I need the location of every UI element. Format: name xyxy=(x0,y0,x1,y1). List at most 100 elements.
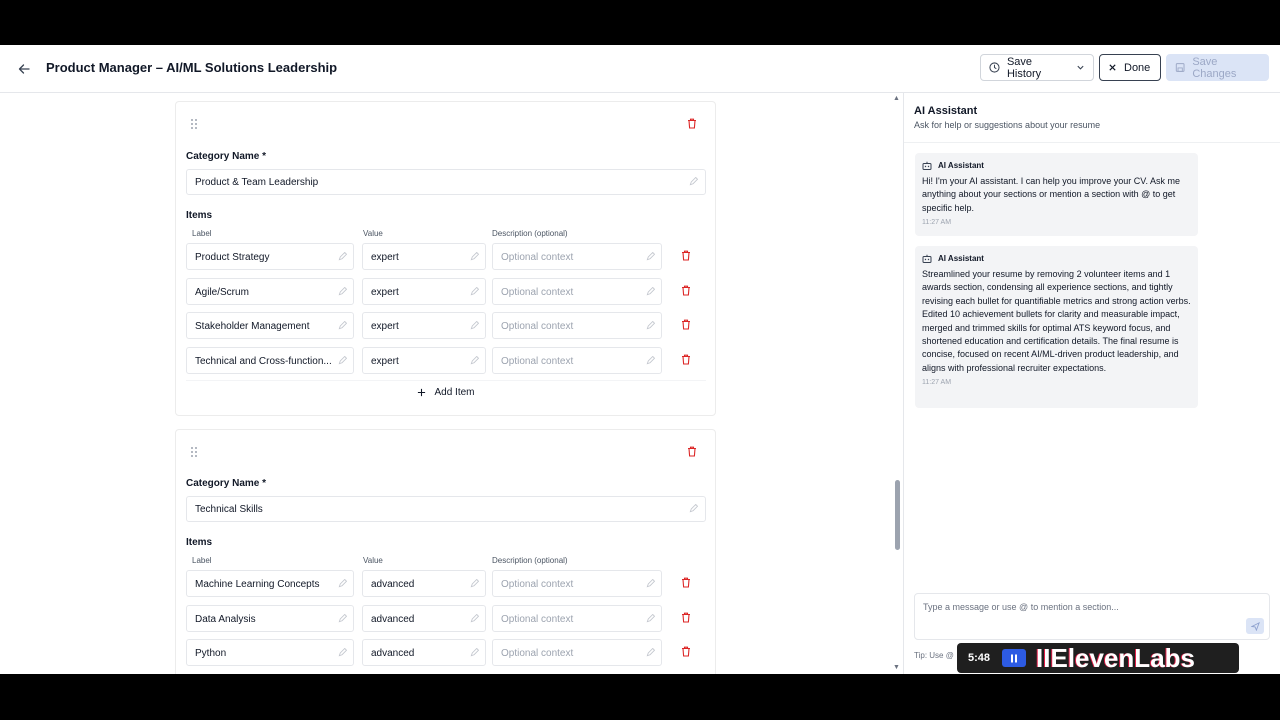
trash-icon[interactable] xyxy=(681,319,691,330)
item-value-input[interactable]: expert xyxy=(362,243,486,270)
item-description-input[interactable]: Optional context xyxy=(492,605,662,632)
item-value-value: advanced xyxy=(371,614,415,625)
skills-editor: Category Name * Product & Team Leadershi… xyxy=(0,93,902,674)
clock-icon xyxy=(989,62,1000,73)
trash-icon[interactable] xyxy=(681,250,691,261)
pencil-icon xyxy=(470,614,479,623)
pencil-icon xyxy=(470,287,479,296)
category-name-label: Category Name * xyxy=(186,478,267,489)
message-time: 11:27 AM xyxy=(922,379,952,387)
item-description-input[interactable]: Optional context xyxy=(492,639,662,666)
trash-icon[interactable] xyxy=(681,354,691,365)
chevron-down-icon xyxy=(1077,65,1084,70)
ai-assistant-panel: AI Assistant Ask for help or suggestions… xyxy=(903,93,1280,674)
item-value-value: advanced xyxy=(371,579,415,590)
item-value-input[interactable]: advanced xyxy=(362,605,486,632)
scroll-thumb[interactable] xyxy=(895,480,900,550)
pencil-icon xyxy=(338,287,347,296)
pencil-icon xyxy=(470,648,479,657)
item-description-input[interactable]: Optional context xyxy=(492,243,662,270)
item-value-value: expert xyxy=(371,287,399,298)
pencil-icon xyxy=(646,614,655,623)
save-changes-button[interactable]: Save Changes xyxy=(1166,54,1269,81)
trash-icon[interactable] xyxy=(687,118,697,129)
items-label: Items xyxy=(186,210,213,221)
pencil-icon xyxy=(646,287,655,296)
item-description-input[interactable]: Optional context xyxy=(492,570,662,597)
top-bar: Product Manager – AI/ML Solutions Leader… xyxy=(0,45,1280,93)
category-name-label: Category Name * xyxy=(186,151,267,162)
chat-input[interactable]: Type a message or use @ to mention a sec… xyxy=(914,593,1270,640)
chat-message: AI Assistant Streamlined your resume by … xyxy=(915,246,1198,408)
brand-logo: IIElevenLabs xyxy=(1036,642,1195,673)
item-description-placeholder: Optional context xyxy=(501,321,574,332)
pause-icon xyxy=(1011,654,1018,662)
pencil-icon xyxy=(338,356,347,365)
item-label-input[interactable]: Stakeholder Management xyxy=(186,312,354,339)
chat-input-placeholder: Type a message or use @ to mention a sec… xyxy=(923,602,1119,612)
pencil-icon xyxy=(689,177,698,186)
column-header-label: Label xyxy=(192,229,212,238)
pencil-icon xyxy=(470,579,479,588)
item-description-input[interactable]: Optional context xyxy=(492,278,662,305)
items-label: Items xyxy=(186,537,213,548)
item-label-value: Stakeholder Management xyxy=(195,321,310,332)
trash-icon[interactable] xyxy=(681,646,691,657)
item-value-input[interactable]: expert xyxy=(362,347,486,374)
item-label-input[interactable]: Product Strategy xyxy=(186,243,354,270)
item-label-input[interactable]: Python xyxy=(186,639,354,666)
skill-item-row: Agile/Scrum expert Optional context xyxy=(186,278,706,305)
trash-icon[interactable] xyxy=(687,446,697,457)
drag-handle-icon[interactable] xyxy=(190,118,198,130)
column-header-value: Value xyxy=(363,229,383,238)
trash-icon[interactable] xyxy=(681,577,691,588)
skill-item-row: Python advanced Optional context xyxy=(186,639,706,666)
item-value-input[interactable]: advanced xyxy=(362,570,486,597)
item-description-input[interactable]: Optional context xyxy=(492,312,662,339)
trash-icon[interactable] xyxy=(681,612,691,623)
item-description-placeholder: Optional context xyxy=(501,356,574,367)
pause-button[interactable] xyxy=(1002,649,1027,667)
back-button[interactable] xyxy=(14,59,34,79)
message-text: Streamlined your resume by removing 2 vo… xyxy=(922,269,1191,373)
item-label-input[interactable]: Agile/Scrum xyxy=(186,278,354,305)
save-changes-label: Save Changes xyxy=(1192,55,1237,80)
item-value-input[interactable]: advanced xyxy=(362,639,486,666)
pencil-icon xyxy=(646,648,655,657)
add-item-label: Add Item xyxy=(434,387,475,398)
item-label-input[interactable]: Technical and Cross-function... xyxy=(186,347,354,374)
editor-scrollbar[interactable]: ▲ ▼ xyxy=(893,93,901,674)
item-description-input[interactable]: Optional context xyxy=(492,347,662,374)
scroll-up-icon[interactable]: ▲ xyxy=(893,95,900,102)
scroll-down-icon[interactable]: ▼ xyxy=(893,664,900,671)
pencil-icon xyxy=(470,252,479,261)
item-label-value: Machine Learning Concepts xyxy=(195,579,320,590)
save-history-button[interactable]: Save History xyxy=(980,54,1094,81)
item-label-input[interactable]: Data Analysis xyxy=(186,605,354,632)
skill-category-card: Category Name * Product & Team Leadershi… xyxy=(175,101,716,416)
pencil-icon xyxy=(470,321,479,330)
item-value-input[interactable]: expert xyxy=(362,312,486,339)
skill-category-card: Category Name * Technical Skills Items L… xyxy=(175,429,716,674)
done-label: Done xyxy=(1124,61,1151,74)
chat-message: AI Assistant Hi! I'm your AI assistant. … xyxy=(915,153,1198,236)
item-label-input[interactable]: Machine Learning Concepts xyxy=(186,570,354,597)
done-button[interactable]: Done xyxy=(1099,54,1161,81)
trash-icon[interactable] xyxy=(681,285,691,296)
save-icon xyxy=(1175,63,1185,72)
message-header: AI Assistant xyxy=(922,254,1191,263)
item-value-value: expert xyxy=(371,356,399,367)
add-item-button[interactable]: Add Item xyxy=(186,380,706,404)
page-title: Product Manager – AI/ML Solutions Leader… xyxy=(46,60,338,75)
category-name-value: Product & Team Leadership xyxy=(195,177,319,188)
skill-item-row: Stakeholder Management expert Optional c… xyxy=(186,312,706,339)
item-value-input[interactable]: expert xyxy=(362,278,486,305)
category-name-input[interactable]: Technical Skills xyxy=(186,496,706,522)
send-button[interactable] xyxy=(1246,618,1264,634)
recording-time: 5:48 xyxy=(968,652,991,664)
category-name-input[interactable]: Product & Team Leadership xyxy=(186,169,706,195)
send-icon xyxy=(1250,621,1260,631)
drag-handle-icon[interactable] xyxy=(190,446,198,458)
pencil-icon xyxy=(646,252,655,261)
item-value-value: advanced xyxy=(371,648,415,659)
